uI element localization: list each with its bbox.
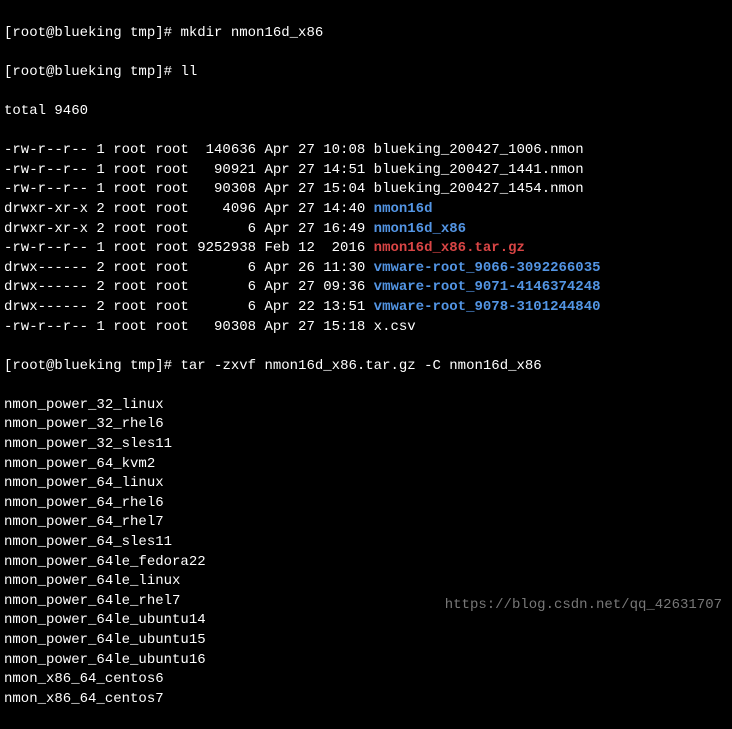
- command: tar -zxvf nmon16d_x86.tar.gz -C nmon16d_…: [180, 358, 541, 374]
- file-entry: -rw-r--r-- 1 root root 90308 Apr 27 15:0…: [4, 180, 728, 200]
- terminal-output[interactable]: [root@blueking tmp]# mkdir nmon16d_x86 […: [4, 4, 728, 729]
- total-line: total 9460: [4, 102, 728, 122]
- tar-entry: nmon_power_64_kvm2: [4, 455, 728, 475]
- file-name: x.csv: [374, 319, 416, 335]
- file-permissions: drwx------ 2 root root 6 Apr 26 11:30: [4, 260, 374, 276]
- file-entry: drwx------ 2 root root 6 Apr 27 09:36 vm…: [4, 278, 728, 298]
- file-name: blueking_200427_1441.nmon: [374, 162, 584, 178]
- command-line-1: [root@blueking tmp]# mkdir nmon16d_x86: [4, 24, 728, 44]
- file-permissions: -rw-r--r-- 1 root root 140636 Apr 27 10:…: [4, 142, 374, 158]
- file-name: blueking_200427_1454.nmon: [374, 181, 584, 197]
- tar-entry: nmon_power_32_rhel6: [4, 415, 728, 435]
- file-permissions: -rw-r--r-- 1 root root 90308 Apr 27 15:0…: [4, 181, 374, 197]
- tar-output: nmon_power_32_linuxnmon_power_32_rhel6nm…: [4, 396, 728, 710]
- command-line-2: [root@blueking tmp]# ll: [4, 63, 728, 83]
- file-permissions: drwxr-xr-x 2 root root 4096 Apr 27 14:40: [4, 201, 374, 217]
- file-entry: -rw-r--r-- 1 root root 140636 Apr 27 10:…: [4, 141, 728, 161]
- file-entry: -rw-r--r-- 1 root root 9252938 Feb 12 20…: [4, 239, 728, 259]
- tar-entry: nmon_power_32_sles11: [4, 435, 728, 455]
- file-permissions: drwx------ 2 root root 6 Apr 27 09:36: [4, 279, 374, 295]
- tar-entry: nmon_power_32_linux: [4, 396, 728, 416]
- command: ll: [180, 64, 197, 80]
- command: mkdir nmon16d_x86: [180, 25, 323, 41]
- tar-entry: nmon_power_64_linux: [4, 474, 728, 494]
- file-name: vmware-root_9066-3092266035: [374, 260, 601, 276]
- file-name: nmon16d: [374, 201, 433, 217]
- tar-entry: nmon_power_64le_ubuntu16: [4, 651, 728, 671]
- file-entry: drwx------ 2 root root 6 Apr 26 11:30 vm…: [4, 259, 728, 279]
- tar-entry: nmon_power_64le_linux: [4, 572, 728, 592]
- file-entry: drwxr-xr-x 2 root root 6 Apr 27 16:49 nm…: [4, 220, 728, 240]
- file-entry: drwxr-xr-x 2 root root 4096 Apr 27 14:40…: [4, 200, 728, 220]
- tar-entry: nmon_x86_64_centos6: [4, 670, 728, 690]
- file-name: vmware-root_9071-4146374248: [374, 279, 601, 295]
- watermark: https://blog.csdn.net/qq_42631707: [445, 596, 722, 616]
- file-name: nmon16d_x86.tar.gz: [374, 240, 525, 256]
- tar-entry: nmon_power_64le_ubuntu15: [4, 631, 728, 651]
- file-entry: drwx------ 2 root root 6 Apr 22 13:51 vm…: [4, 298, 728, 318]
- file-permissions: drwx------ 2 root root 6 Apr 22 13:51: [4, 299, 374, 315]
- file-name: blueking_200427_1006.nmon: [374, 142, 584, 158]
- prompt: [root@blueking tmp]#: [4, 358, 180, 374]
- file-listing: -rw-r--r-- 1 root root 140636 Apr 27 10:…: [4, 141, 728, 337]
- prompt: [root@blueking tmp]#: [4, 25, 180, 41]
- file-permissions: -rw-r--r-- 1 root root 90308 Apr 27 15:1…: [4, 319, 374, 335]
- file-permissions: drwxr-xr-x 2 root root 6 Apr 27 16:49: [4, 221, 374, 237]
- file-entry: -rw-r--r-- 1 root root 90308 Apr 27 15:1…: [4, 318, 728, 338]
- prompt: [root@blueking tmp]#: [4, 64, 180, 80]
- tar-entry: nmon_x86_64_centos7: [4, 690, 728, 710]
- tar-entry: nmon_power_64_sles11: [4, 533, 728, 553]
- file-name: vmware-root_9078-3101244840: [374, 299, 601, 315]
- tar-entry: nmon_power_64_rhel6: [4, 494, 728, 514]
- file-permissions: -rw-r--r-- 1 root root 90921 Apr 27 14:5…: [4, 162, 374, 178]
- tar-entry: nmon_power_64le_fedora22: [4, 553, 728, 573]
- file-permissions: -rw-r--r-- 1 root root 9252938 Feb 12 20…: [4, 240, 374, 256]
- command-line-3: [root@blueking tmp]# tar -zxvf nmon16d_x…: [4, 357, 728, 377]
- file-entry: -rw-r--r-- 1 root root 90921 Apr 27 14:5…: [4, 161, 728, 181]
- file-name: nmon16d_x86: [374, 221, 466, 237]
- tar-entry: nmon_power_64_rhel7: [4, 513, 728, 533]
